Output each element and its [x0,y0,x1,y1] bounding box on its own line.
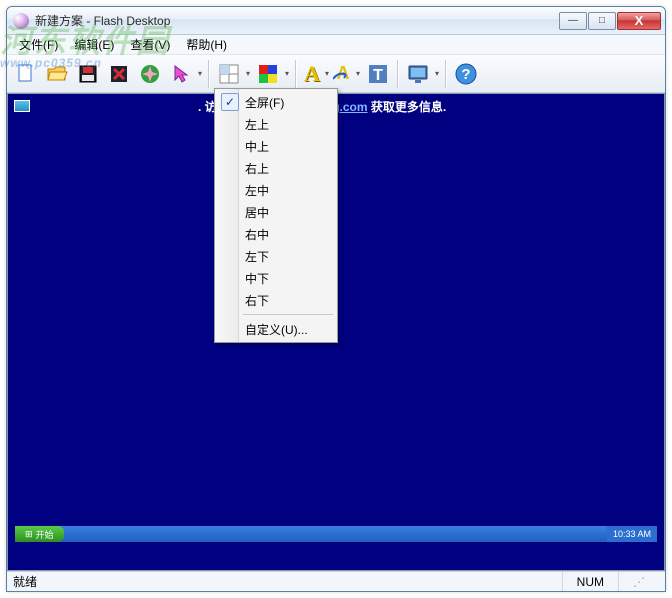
dropdown-item-bottom-right[interactable]: 右下 [217,289,335,311]
desktop-taskbar: ⊞开始 10:33 AM [15,526,657,542]
font-button[interactable]: T [363,59,393,89]
app-icon [13,13,29,29]
new-file-icon [14,62,38,86]
toolbar-separator [445,60,447,88]
monitor-icon [406,62,430,86]
system-tray[interactable]: 10:33 AM [607,526,657,542]
pointer-button[interactable] [166,59,204,89]
start-button[interactable]: ⊞开始 [15,526,64,542]
effect-button[interactable] [135,59,165,89]
menu-view[interactable]: 查看(V) [122,34,178,55]
open-button[interactable] [42,59,72,89]
dropdown-item-top-center[interactable]: 中上 [217,135,335,157]
new-button[interactable] [11,59,41,89]
dropdown-separator [243,314,333,315]
flash-object-icon[interactable] [14,100,30,112]
dropdown-item-top-right[interactable]: 右上 [217,157,335,179]
text-style-button[interactable]: A [301,59,331,89]
dropdown-item-middle-right[interactable]: 右中 [217,223,335,245]
delete-icon [107,62,131,86]
color-button[interactable] [253,59,291,89]
cursor-icon [169,62,193,86]
color-swatch-icon [256,62,280,86]
font-icon: T [366,62,390,86]
statusbar: 就绪 NUM ⋰ [7,571,665,591]
floppy-disk-icon [76,62,100,86]
toolbar-separator [208,60,210,88]
menu-edit[interactable]: 编辑(E) [66,34,122,55]
menubar: 文件(F) 编辑(E) 查看(V) 帮助(H) [7,35,665,55]
status-ready: 就绪 [13,573,37,590]
layout-dropdown: ✓ 全屏(F) 左上 中上 右上 左中 居中 右中 左下 中下 右下 自定义(U… [214,88,338,343]
delete-button[interactable] [104,59,134,89]
dropdown-item-custom[interactable]: 自定义(U)... [217,318,335,340]
svg-text:T: T [373,67,383,84]
check-icon: ✓ [221,93,239,111]
titlebar: 新建方案 - Flash Desktop — □ X [7,7,665,35]
minimize-button[interactable]: — [559,12,587,30]
sparkle-icon [138,62,162,86]
menu-help[interactable]: 帮助(H) [178,34,235,55]
help-icon: ? [454,62,478,86]
letter-a-icon: A [304,61,320,87]
close-button[interactable]: X [617,12,661,30]
menu-file[interactable]: 文件(F) [11,34,66,55]
status-num: NUM [562,572,618,591]
toolbar-separator [397,60,399,88]
resize-grip[interactable]: ⋰ [618,572,659,591]
layout-button[interactable] [214,59,252,89]
dropdown-item-bottom-left[interactable]: 左下 [217,245,335,267]
monitor-button[interactable] [403,59,441,89]
dropdown-item-fullscreen[interactable]: ✓ 全屏(F) [217,91,335,113]
letter-a-arrow-icon: A [337,63,350,84]
text-effect-button[interactable]: A [332,59,362,89]
dropdown-item-top-left[interactable]: 左上 [217,113,335,135]
toolbar-separator [295,60,297,88]
dropdown-item-center[interactable]: 居中 [217,201,335,223]
help-button[interactable]: ? [451,59,481,89]
folder-open-icon [45,62,69,86]
dropdown-item-middle-left[interactable]: 左中 [217,179,335,201]
window-title: 新建方案 - Flash Desktop [35,12,559,29]
dropdown-item-bottom-center[interactable]: 中下 [217,267,335,289]
svg-text:?: ? [461,66,470,83]
layout-grid-icon [217,62,241,86]
maximize-button[interactable]: □ [588,12,616,30]
save-button[interactable] [73,59,103,89]
